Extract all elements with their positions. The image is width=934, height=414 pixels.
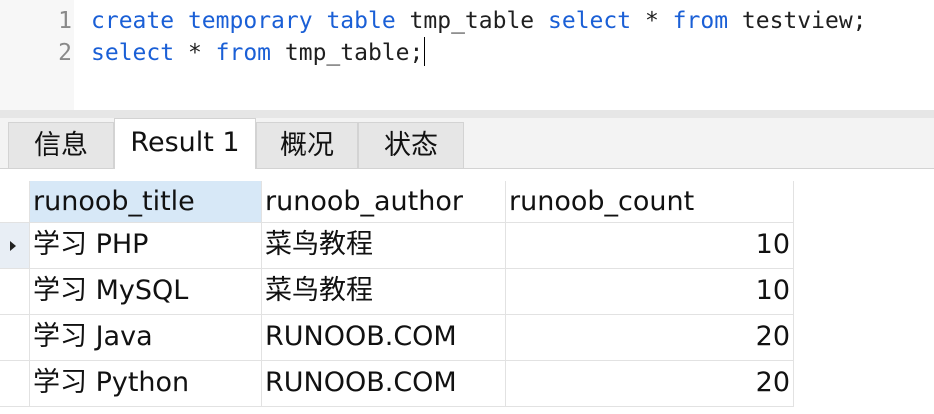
sql-text: tmp_table [395, 8, 549, 34]
tab-profile[interactable]: 概况 [256, 122, 358, 168]
sql-keyword: create [91, 8, 175, 34]
tab-info[interactable]: 信息 [8, 122, 114, 168]
result-grid[interactable]: runoob_title runoob_author runoob_count 学习 … [0, 168, 934, 414]
sql-keyword: temporary [187, 8, 313, 34]
table-cell[interactable]: 10 [506, 269, 794, 315]
sql-text: testview; [728, 8, 867, 34]
table-cell[interactable]: 学习 Java [30, 315, 262, 361]
sql-editor[interactable]: 1 create temporary table tmp_table select… [0, 0, 934, 110]
table-cell[interactable]: 学习 Python [30, 361, 262, 407]
tab-status[interactable]: 状态 [358, 122, 464, 168]
table-cell[interactable]: RUNOOB.COM [262, 315, 506, 361]
sql-keyword: from [672, 8, 729, 34]
column-header-runoob-title[interactable]: runoob_title [30, 181, 262, 223]
tab-result-1[interactable]: Result 1 [114, 118, 256, 169]
row-header[interactable] [0, 315, 30, 361]
grid-corner [0, 181, 30, 223]
sql-text: * [174, 40, 216, 66]
sql-text: * [631, 8, 673, 34]
line-number: 1 [58, 8, 72, 34]
sql-keyword: from [215, 40, 272, 66]
code-text[interactable]: create temporary table tmp_table select … [91, 5, 867, 37]
text-caret [424, 37, 426, 66]
current-row-indicator-icon [10, 241, 16, 251]
table-cell[interactable]: 学习 MySQL [30, 269, 262, 315]
sql-keyword: table [326, 8, 396, 34]
code-text[interactable]: select * from tmp_table; [91, 37, 426, 69]
table-cell[interactable]: 学习 PHP [30, 223, 262, 269]
column-header-runoob-count[interactable]: runoob_count [506, 181, 794, 223]
row-header[interactable] [0, 269, 30, 315]
editor-result-splitter[interactable] [0, 110, 934, 118]
table-cell[interactable]: 20 [506, 315, 794, 361]
line-number: 2 [58, 40, 72, 66]
row-header[interactable] [0, 361, 30, 407]
result-tab-bar: 信息 Result 1 概况 状态 [0, 118, 934, 169]
table-cell[interactable]: RUNOOB.COM [262, 361, 506, 407]
sql-keyword: select [548, 8, 632, 34]
table-cell[interactable]: 菜鸟教程 [262, 223, 506, 269]
sql-text: tmp_table; [271, 40, 424, 66]
sql-keyword: select [91, 40, 175, 66]
table-cell[interactable]: 20 [506, 361, 794, 407]
table-cell[interactable]: 菜鸟教程 [262, 269, 506, 315]
table-cell[interactable]: 10 [506, 223, 794, 269]
column-header-runoob-author[interactable]: runoob_author [262, 181, 506, 223]
